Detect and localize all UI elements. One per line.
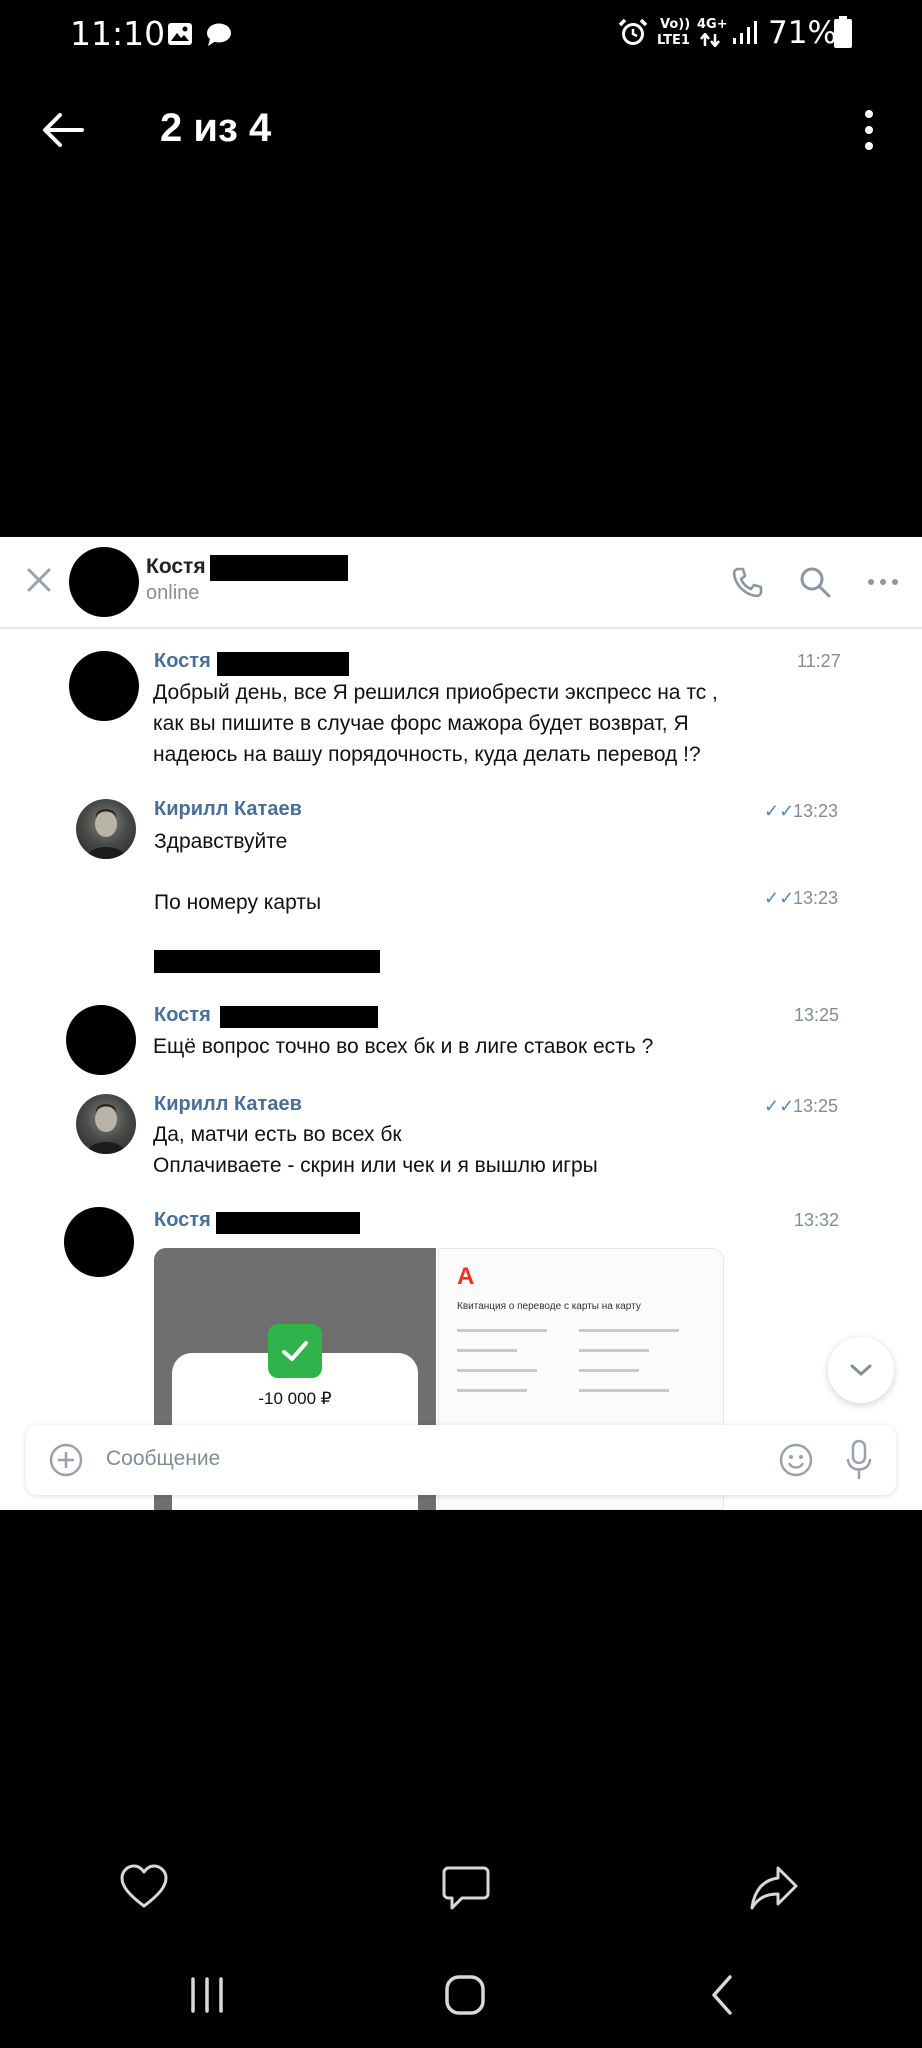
viewer-header: 2 из 4 xyxy=(0,90,922,170)
nav-back-icon[interactable] xyxy=(700,1973,744,2017)
recents-icon[interactable] xyxy=(185,1973,229,2017)
avatar xyxy=(66,1005,136,1075)
message-time: 13:25 xyxy=(793,1096,839,1116)
bank-logo: А xyxy=(457,1263,475,1290)
message-text: Здравствуйте xyxy=(154,830,288,853)
receipt-line xyxy=(457,1389,527,1392)
viewer-actions xyxy=(0,1850,922,1930)
avatar xyxy=(76,799,136,859)
data-arrows-icon xyxy=(700,33,720,47)
screenshot-image: Костя online Костя 11:27 Добрый день, вс… xyxy=(0,537,922,1510)
message-composer: Сообщение xyxy=(26,1425,896,1495)
phone-icon xyxy=(732,567,763,598)
payment-amount: -10 000 ₽ xyxy=(258,1389,332,1408)
redaction-bar xyxy=(210,555,348,581)
redaction-bar xyxy=(220,1006,378,1028)
clock: 11:10 xyxy=(70,14,166,53)
alarm-icon xyxy=(618,18,648,45)
read-ticks-icon: ✓✓ xyxy=(764,888,795,908)
message-time: 13:32 xyxy=(794,1210,840,1230)
person-photo-icon xyxy=(86,1104,126,1154)
home-icon[interactable] xyxy=(443,1973,487,2017)
avatar xyxy=(76,1094,136,1154)
arrow-left-icon[interactable] xyxy=(38,104,90,156)
avatar xyxy=(69,651,139,721)
receipt-line xyxy=(579,1349,649,1352)
heart-icon[interactable] xyxy=(118,1862,170,1914)
receipt-line xyxy=(579,1389,669,1392)
contact-name: Костя xyxy=(146,555,206,578)
message-sender: Кирилл Катаев xyxy=(154,1093,302,1115)
image-counter: 2 из 4 xyxy=(160,106,272,150)
volte-label: Vo)) xyxy=(660,17,691,32)
message-sender: Костя xyxy=(154,650,211,672)
message-notification-icon xyxy=(207,23,231,46)
data-type-label: 4G+ xyxy=(697,17,728,32)
message-sender: Костя xyxy=(154,1209,211,1231)
receipt-line xyxy=(579,1369,639,1372)
close-icon xyxy=(27,568,51,592)
battery-icon xyxy=(834,16,852,48)
system-navigation-bar xyxy=(0,1955,922,2035)
scroll-down-button xyxy=(828,1337,894,1403)
avatar xyxy=(64,1207,134,1277)
redaction-bar xyxy=(216,1212,360,1234)
message-text: Ещё вопрос точно во всех бк и в лиге ста… xyxy=(153,1035,654,1058)
add-attachment-icon xyxy=(49,1443,83,1477)
message-sender: Кирилл Катаев xyxy=(154,798,302,820)
more-horizontal-icon xyxy=(868,579,898,585)
receipt-title: Квитанция о переводе с карты на карту xyxy=(457,1301,641,1312)
message-time: 13:23 xyxy=(793,801,839,821)
success-check-icon xyxy=(268,1324,322,1378)
contact-status: online xyxy=(146,582,200,604)
message-sender: Костя xyxy=(154,1004,211,1026)
person-photo-icon xyxy=(86,809,126,859)
read-ticks-icon: ✓✓ xyxy=(764,1096,795,1116)
gallery-icon xyxy=(168,23,192,45)
receipt-line xyxy=(579,1329,679,1332)
message-time: 13:25 xyxy=(794,1005,840,1025)
battery-percent: 71% xyxy=(768,15,837,51)
receipt-line xyxy=(457,1329,547,1332)
microphone-icon xyxy=(846,1439,872,1479)
message-text: По номеру карты xyxy=(154,891,322,914)
chat-header: Костя online xyxy=(0,537,922,629)
chevron-down-icon xyxy=(850,1364,872,1376)
receipt-line xyxy=(457,1369,537,1372)
message-input-placeholder: Сообщение xyxy=(106,1447,221,1470)
message-time: 11:27 xyxy=(797,651,841,671)
message-text: Да, матчи есть во всех бк Оплачиваете - … xyxy=(153,1123,598,1177)
message-text: Добрый день, все Я решился приобрести эк… xyxy=(153,681,718,766)
redaction-bar xyxy=(217,652,349,676)
speech-bubble-icon[interactable] xyxy=(440,1862,492,1914)
emoji-icon xyxy=(779,1443,813,1477)
message-time: 13:23 xyxy=(793,888,839,908)
status-bar: 11:10 Vo)) LTE1 4G+ 71% xyxy=(0,0,922,70)
signal-icon xyxy=(733,21,757,44)
redaction-bar xyxy=(154,950,380,973)
read-ticks-icon: ✓✓ xyxy=(764,801,795,821)
lte-label: LTE1 xyxy=(657,33,690,48)
search-icon xyxy=(800,567,831,598)
avatar xyxy=(69,547,139,617)
share-arrow-icon[interactable] xyxy=(748,1862,800,1914)
kebab-menu-icon[interactable] xyxy=(858,104,880,156)
receipt-line xyxy=(457,1349,517,1352)
